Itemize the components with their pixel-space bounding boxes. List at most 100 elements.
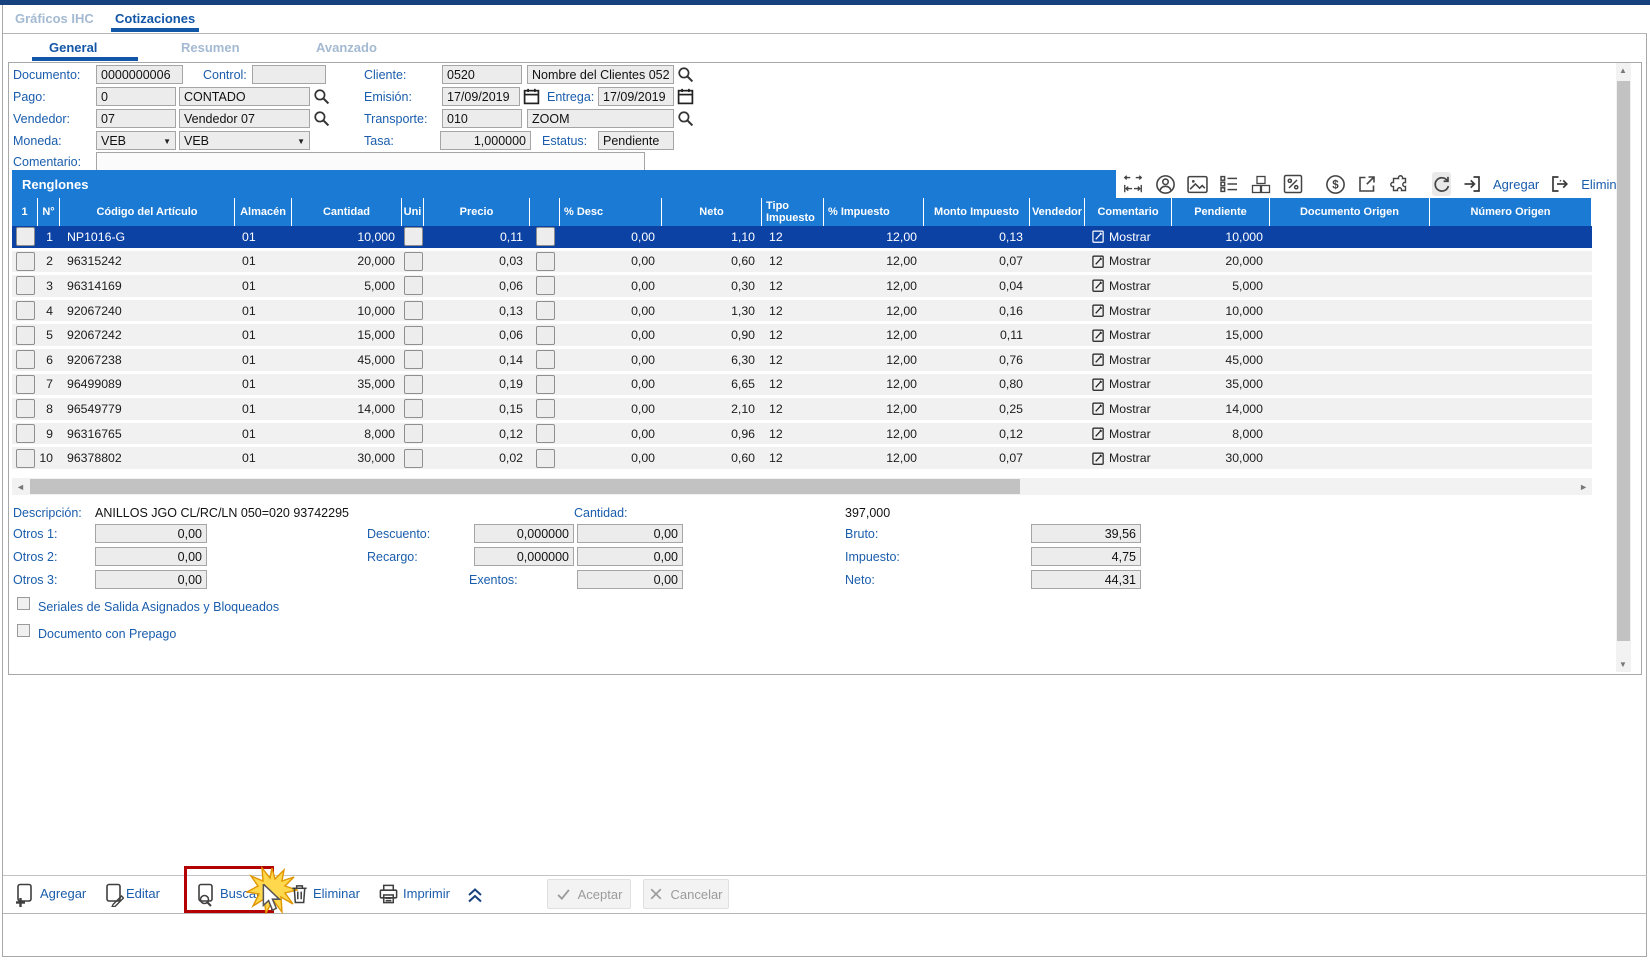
tab-resumen[interactable]: Resumen	[181, 40, 240, 55]
add-document-icon[interactable]	[14, 883, 34, 905]
agregar-row-button[interactable]: Agregar	[1493, 177, 1539, 192]
row-cell-box[interactable]	[404, 276, 423, 295]
column-header-uni[interactable]: Uni	[402, 198, 424, 226]
pago-search-icon[interactable]	[313, 88, 330, 105]
column-header-comentario[interactable]: Comentario	[1085, 198, 1172, 226]
scroll-down-arrow-icon[interactable]: ▼	[1619, 660, 1627, 669]
table-row[interactable]: 5920672420115,0000,060,000,901212,000,11…	[12, 324, 1592, 349]
horizontal-scrollbar[interactable]: ◄ ►	[12, 478, 1592, 495]
row-select-box[interactable]	[16, 399, 35, 418]
table-row[interactable]: 2963152420120,0000,030,000,601212,000,07…	[12, 251, 1592, 276]
column-header-sel[interactable]: 1	[12, 198, 38, 226]
column-header-almacen[interactable]: Almacén	[235, 198, 292, 226]
refresh-icon[interactable]	[1432, 172, 1451, 196]
column-header-tipo_impuesto[interactable]: Tipo Impuesto	[762, 198, 824, 226]
row-cell-box[interactable]	[536, 252, 555, 271]
comment-mostrar-link[interactable]: Mostrar	[1085, 300, 1172, 322]
emision-field[interactable]: 17/09/2019	[442, 87, 520, 106]
recargo-pct-field[interactable]: 0,000000	[474, 547, 574, 566]
row-select-box[interactable]	[16, 227, 35, 246]
imprimir-button[interactable]: Imprimir	[403, 886, 450, 901]
external-link-icon[interactable]	[1357, 172, 1377, 196]
pago-name-field[interactable]: CONTADO	[179, 87, 310, 106]
tab-general[interactable]: General	[49, 40, 97, 55]
scroll-left-arrow-icon[interactable]: ◄	[16, 482, 25, 492]
column-header-desc[interactable]: % Desc	[560, 198, 662, 226]
transporte-search-icon[interactable]	[677, 110, 694, 127]
moneda-select-1[interactable]: VEB▼	[96, 131, 176, 150]
cliente-code-field[interactable]: 0520	[442, 65, 522, 84]
table-row[interactable]: 396314169015,0000,060,000,301212,000,04M…	[12, 275, 1592, 300]
row-select-box[interactable]	[16, 301, 35, 320]
puzzle-icon[interactable]	[1388, 172, 1410, 196]
scroll-up-arrow-icon[interactable]: ▲	[1619, 66, 1627, 75]
percent-icon[interactable]	[1283, 172, 1303, 196]
recargo-monto-field[interactable]: 0,00	[577, 547, 683, 566]
column-header-pct_impuesto[interactable]: % Impuesto	[824, 198, 924, 226]
vendedor-name-field[interactable]: Vendedor 07	[179, 109, 310, 128]
list-icon[interactable]	[1219, 172, 1239, 196]
row-cell-box[interactable]	[404, 399, 423, 418]
transporte-name-field[interactable]: ZOOM	[527, 109, 674, 128]
column-header-vendedor[interactable]: Vendedor	[1030, 198, 1085, 226]
tasa-field[interactable]: 1,000000	[440, 131, 531, 150]
table-row[interactable]: 10963788020130,0000,020,000,601212,000,0…	[12, 447, 1592, 472]
column-resize-icon[interactable]	[1122, 172, 1144, 196]
row-cell-box[interactable]	[536, 449, 555, 468]
vendedor-code-field[interactable]: 07	[96, 109, 176, 128]
moneda-select-2[interactable]: VEB▼	[179, 131, 310, 150]
control-field[interactable]	[252, 65, 326, 84]
row-select-box[interactable]	[16, 424, 35, 443]
comment-mostrar-link[interactable]: Mostrar	[1085, 423, 1172, 445]
row-cell-box[interactable]	[536, 375, 555, 394]
pago-code-field[interactable]: 0	[96, 87, 176, 106]
row-select-box[interactable]	[16, 350, 35, 369]
tab-avanzado[interactable]: Avanzado	[316, 40, 377, 55]
row-cell-box[interactable]	[536, 301, 555, 320]
comment-mostrar-link[interactable]: Mostrar	[1085, 398, 1172, 420]
table-row[interactable]: 996316765018,0000,120,000,961212,000,12M…	[12, 423, 1592, 448]
row-cell-box[interactable]	[536, 399, 555, 418]
column-header-codigo[interactable]: Código del Artículo	[60, 198, 235, 226]
table-row[interactable]: 7964990890135,0000,190,006,651212,000,80…	[12, 374, 1592, 399]
horizontal-scroll-thumb[interactable]	[30, 479, 1020, 494]
otros1-field[interactable]: 0,00	[95, 524, 207, 543]
cliente-name-field[interactable]: Nombre del Clientes 052	[527, 65, 674, 84]
vertical-scroll-thumb[interactable]	[1617, 81, 1630, 641]
row-cell-box[interactable]	[404, 227, 423, 246]
row-select-box[interactable]	[16, 276, 35, 295]
aceptar-button[interactable]: Aceptar	[547, 879, 631, 909]
column-header-pendiente[interactable]: Pendiente	[1172, 198, 1270, 226]
row-cell-box[interactable]	[404, 449, 423, 468]
descuento-pct-field[interactable]: 0,000000	[474, 524, 574, 543]
row-cell-box[interactable]	[536, 424, 555, 443]
table-row[interactable]: 6920672380145,0000,140,006,301212,000,76…	[12, 349, 1592, 374]
user-icon[interactable]	[1155, 172, 1176, 196]
column-header-neto[interactable]: Neto	[662, 198, 762, 226]
trash-icon[interactable]	[290, 883, 310, 905]
descuento-monto-field[interactable]: 0,00	[577, 524, 683, 543]
column-header-num[interactable]: N°	[38, 198, 60, 226]
row-cell-box[interactable]	[536, 227, 555, 246]
entrega-field[interactable]: 17/09/2019	[598, 87, 674, 106]
comment-mostrar-link[interactable]: Mostrar	[1085, 275, 1172, 297]
comment-mostrar-link[interactable]: Mostrar	[1085, 251, 1172, 273]
comment-mostrar-link[interactable]: Mostrar	[1085, 447, 1172, 469]
row-cell-box[interactable]	[404, 350, 423, 369]
cubes-icon[interactable]	[1250, 172, 1272, 196]
row-select-box[interactable]	[16, 252, 35, 271]
image-icon[interactable]	[1187, 172, 1208, 196]
row-select-box[interactable]	[16, 326, 35, 345]
vendedor-search-icon[interactable]	[313, 110, 330, 127]
column-header-cantidad[interactable]: Cantidad	[292, 198, 402, 226]
row-cell-box[interactable]	[404, 326, 423, 345]
exentos-field[interactable]: 0,00	[577, 570, 683, 589]
row-select-box[interactable]	[16, 375, 35, 394]
otros3-field[interactable]: 0,00	[95, 570, 207, 589]
comentario-field[interactable]	[96, 152, 645, 171]
cliente-search-icon[interactable]	[677, 66, 694, 83]
table-row[interactable]: 4920672400110,0000,130,001,301212,000,16…	[12, 300, 1592, 325]
scroll-right-arrow-icon[interactable]: ►	[1579, 482, 1588, 492]
comment-mostrar-link[interactable]: Mostrar	[1085, 349, 1172, 371]
table-row[interactable]: 1NP1016-G0110,0000,110,001,101212,000,13…	[12, 226, 1592, 251]
